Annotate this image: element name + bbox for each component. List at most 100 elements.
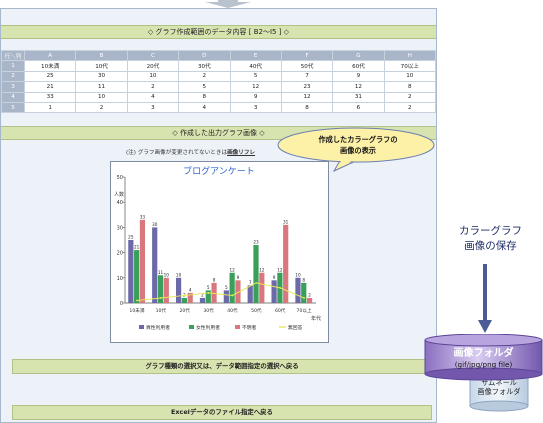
- x-tick-label: 60代: [275, 307, 286, 314]
- x-tick-label: 10代: [156, 307, 167, 314]
- col-header: A: [23, 49, 77, 62]
- data-label: 2: [308, 292, 311, 297]
- image-refresh-link[interactable]: 画像リフレ: [227, 150, 255, 156]
- data-label: 23: [253, 240, 259, 245]
- data-table: 行＼列 A B C D E F G H 1 10未満 10代 20代 30代 40代 50代…: [1, 49, 437, 114]
- x-tick-label: 10未満: [129, 307, 144, 314]
- table-cell: 70以上: [383, 60, 437, 72]
- bar: [223, 290, 229, 303]
- bar: [271, 280, 277, 303]
- table-cell: 3: [229, 101, 282, 114]
- thumbnail-line2: 画像フォルダ: [477, 387, 521, 396]
- back-to-excel-button[interactable]: Excelデータのファイル指定へ戻る: [12, 405, 432, 420]
- bar: [152, 227, 158, 303]
- table-cell: 3: [126, 101, 180, 114]
- table-cell: 23: [280, 81, 334, 93]
- table-cell: 21: [23, 81, 77, 93]
- save-caption-line2: 画像の保存: [464, 240, 517, 252]
- legend-entry: 不明者: [242, 325, 257, 331]
- table-cell: 30: [75, 70, 128, 83]
- x-tick-label: 30代: [203, 307, 214, 314]
- table-cell: 6: [332, 101, 385, 114]
- table-cell: 5: [229, 70, 282, 83]
- data-label: 25: [128, 235, 134, 240]
- row-header: 5: [1, 101, 25, 114]
- table-cell: 12: [229, 81, 282, 93]
- table-cell: 12: [332, 81, 385, 93]
- table-cell: 2: [383, 91, 437, 103]
- down-arrow-icon: [205, 0, 251, 8]
- table-cell: 11: [75, 81, 128, 93]
- data-label: 8: [213, 277, 216, 282]
- table-cell: 25: [23, 70, 77, 83]
- bar: [128, 240, 134, 303]
- table-row: 3 21 11 2 5 12 23 12 8: [1, 81, 437, 93]
- bar: [259, 272, 265, 303]
- table-header-row: 行＼列 A B C D E F G H: [1, 49, 437, 62]
- image-folder-label: 画像フォルダ (gif/jpg/png file): [424, 344, 543, 369]
- data-label: 8: [302, 277, 305, 282]
- y-tick-label: 50: [117, 175, 123, 181]
- data-label: 10: [295, 272, 301, 277]
- table-cell: 4: [126, 91, 180, 103]
- x-tick-label: 20代: [179, 307, 190, 314]
- table-cell: 2: [126, 81, 180, 93]
- table-cell: 10代: [75, 60, 128, 72]
- y-tick-label: 20: [117, 251, 123, 257]
- line-point: [255, 281, 258, 284]
- table-cell: 20代: [126, 60, 180, 72]
- data-range-header: ◇ グラフ作成範囲のデータ内容 [ B2〜I5 ] ◇: [1, 25, 436, 39]
- table-row: 1 10未満 10代 20代 30代 40代 50代 60代 70以上: [1, 60, 437, 72]
- bar: [247, 285, 253, 303]
- line-point: [183, 294, 186, 297]
- table-row: 512343862: [1, 101, 437, 114]
- data-label: 9: [237, 275, 240, 280]
- refresh-note: (注) グラフ画像が変更されてないときは画像リフレ: [126, 148, 255, 156]
- callout-line1: 作成したカラーグラフの: [318, 135, 397, 144]
- bar: [229, 272, 235, 303]
- table-cell: 50代: [280, 60, 334, 72]
- image-folder-title: 画像フォルダ: [453, 348, 514, 359]
- bar: [157, 275, 164, 303]
- table-corner: 行＼列: [1, 49, 25, 62]
- line-point: [279, 286, 282, 289]
- y-tick-label: 30: [117, 225, 123, 231]
- table-cell: 10: [383, 70, 437, 83]
- table-cell: 8: [383, 81, 437, 93]
- data-label: 12: [277, 267, 283, 272]
- data-label: 5: [225, 285, 228, 290]
- legend-swatch: [189, 325, 194, 329]
- row-header: 2: [1, 70, 25, 83]
- table-row: 2 25 30 10 2 5 7 9 10: [1, 70, 437, 83]
- data-label: 5: [207, 285, 210, 290]
- y-axis-label: 人数: [114, 191, 124, 198]
- image-folder-ext: (gif/jpg/png file): [454, 360, 513, 369]
- y-tick-label: 40: [117, 200, 123, 206]
- legend-entry: 女性利用者: [196, 324, 220, 331]
- data-label: 7: [249, 280, 252, 285]
- table-cell: 10: [75, 91, 128, 103]
- table-cell: 2: [383, 101, 437, 114]
- col-header: C: [126, 49, 180, 62]
- bar-chart: ブログアンケート人数年代0102030405025213310未満3011101…: [114, 165, 321, 331]
- bar: [306, 297, 313, 303]
- y-tick-label: 0: [120, 301, 123, 307]
- data-label: 12: [259, 267, 265, 272]
- line-point: [303, 297, 305, 299]
- back-to-graph-type-button[interactable]: グラフ種類の選択又は、データ範囲指定の選択へ戻る: [12, 359, 432, 374]
- table-cell: 9: [229, 91, 282, 103]
- col-header: F: [280, 49, 334, 62]
- refresh-note-text: (注) グラフ画像が変更されてないときは: [126, 150, 228, 156]
- save-caption-line1: カラーグラフ: [459, 225, 522, 237]
- data-label: 31: [283, 219, 289, 224]
- bar: [199, 297, 206, 303]
- col-header: D: [178, 49, 231, 62]
- table-cell: 30代: [178, 60, 231, 72]
- bar: [175, 277, 182, 303]
- data-label: 30: [152, 222, 158, 227]
- data-label: 21: [134, 245, 140, 250]
- table-cell: 4: [178, 101, 231, 114]
- bar: [181, 297, 187, 303]
- col-header: B: [75, 49, 128, 62]
- x-axis-label: 年代: [311, 315, 321, 322]
